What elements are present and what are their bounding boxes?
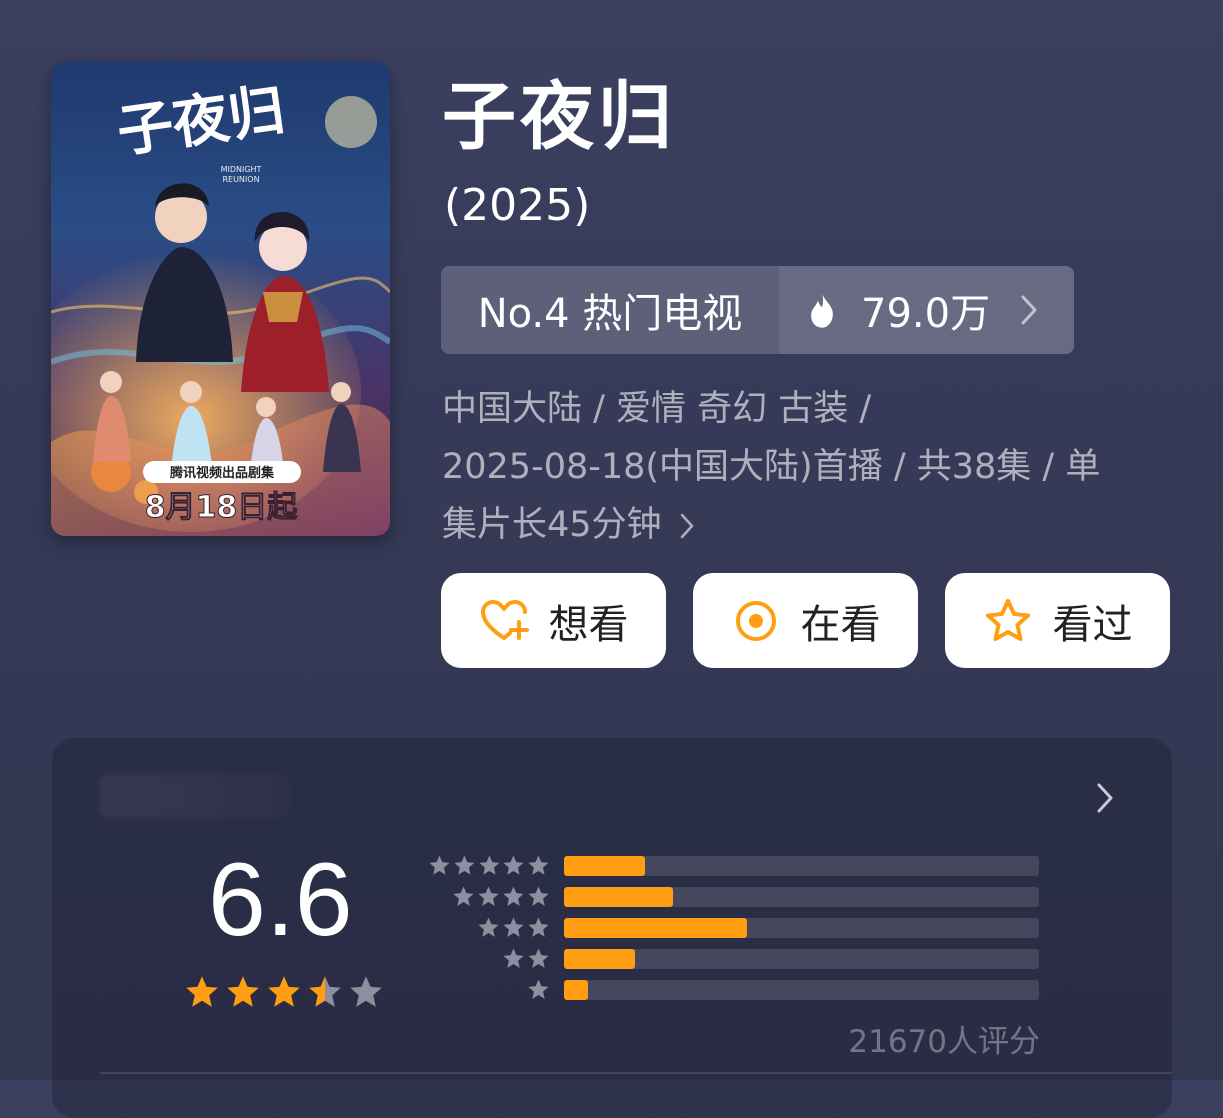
star-icon	[527, 885, 550, 908]
star-outline-icon	[983, 598, 1033, 644]
action-buttons: 想看 在看 看过	[441, 573, 1170, 668]
star-icon	[452, 885, 475, 908]
show-info[interactable]: 中国大陆 / 爱情 奇幻 古装 / 2025-08-18(中国大陆)首播 / 共…	[442, 380, 1162, 554]
rating-row-5-stars	[426, 850, 1039, 881]
watching-label: 在看	[800, 601, 881, 648]
star-icon	[453, 854, 476, 877]
rating-bar-track	[564, 886, 1039, 907]
divider	[100, 1072, 1172, 1074]
rating-count: 21670人评分	[848, 1024, 1040, 1060]
star-icon	[502, 885, 525, 908]
target-circle-icon	[731, 598, 781, 644]
chevron-right-icon	[680, 513, 694, 539]
rating-row-stars	[426, 916, 550, 939]
star-icon	[225, 974, 261, 1010]
rating-distribution	[426, 850, 1039, 1005]
watched-label: 看过	[1052, 601, 1133, 648]
rating-source-logo	[100, 774, 290, 818]
rating-row-stars	[426, 978, 550, 1001]
watching-button[interactable]: 在看	[693, 573, 918, 668]
star-icon	[527, 916, 550, 939]
info-line-3-wrapper: 集片长45分钟	[442, 496, 1162, 554]
chevron-right-icon	[1020, 294, 1038, 326]
chevron-right-icon[interactable]	[1096, 782, 1114, 814]
star-icon	[527, 854, 550, 877]
poster-banner-text: 腾讯视频出品剧集	[169, 465, 275, 481]
show-title: 子夜归	[442, 74, 676, 160]
want-to-watch-label: 想看	[548, 601, 629, 648]
rating-row-1-stars	[426, 974, 1039, 1005]
star-icon	[502, 854, 525, 877]
star-icon	[307, 974, 343, 1010]
rating-row-stars	[426, 885, 550, 908]
star-icon	[184, 974, 220, 1010]
heat-value: 79.0万	[861, 291, 991, 337]
star-icon	[477, 916, 500, 939]
rating-bar-fill	[564, 855, 645, 876]
svg-text:MIDNIGHT: MIDNIGHT	[221, 165, 262, 174]
rating-bar-fill	[564, 979, 588, 1000]
svg-text:REUNION: REUNION	[222, 175, 259, 184]
rating-bar-fill	[564, 886, 674, 907]
poster-art: 子夜归 MIDNIGHT REUNION 腾讯视频出品剧集 8月18日起	[51, 62, 390, 536]
rating-card[interactable]: 6.6 21670人评分	[52, 738, 1172, 1118]
star-icon	[502, 947, 525, 970]
star-icon	[527, 947, 550, 970]
heat-index[interactable]: 79.0万	[779, 266, 1074, 354]
rank-label: No.4 热门电视	[441, 266, 779, 354]
rating-bar-track	[564, 979, 1039, 1000]
show-year: (2025)	[444, 180, 591, 231]
rating-row-stars	[426, 947, 550, 970]
star-icon	[478, 854, 501, 877]
rating-bar-track	[564, 917, 1039, 938]
rating-row-stars	[426, 854, 550, 877]
rating-bar-track	[564, 855, 1039, 876]
fire-icon	[805, 291, 839, 329]
star-icon	[477, 885, 500, 908]
watched-button[interactable]: 看过	[945, 573, 1170, 668]
rating-score: 6.6	[208, 842, 353, 958]
rating-row-4-stars	[426, 881, 1039, 912]
want-to-watch-button[interactable]: 想看	[441, 573, 666, 668]
star-icon	[502, 916, 525, 939]
info-line-2: 2025-08-18(中国大陆)首播 / 共38集 / 单	[442, 447, 1101, 487]
star-icon	[266, 974, 302, 1010]
star-icon	[428, 854, 451, 877]
rating-stars	[184, 974, 389, 1010]
poster-date-text: 8月18日起	[145, 490, 299, 525]
rating-bar-fill	[564, 917, 747, 938]
rating-bar-track	[564, 948, 1039, 969]
heart-plus-icon	[479, 598, 529, 644]
rating-bar-fill	[564, 948, 636, 969]
poster-image[interactable]: 子夜归 MIDNIGHT REUNION 腾讯视频出品剧集 8月18日起	[51, 62, 390, 536]
star-icon	[527, 978, 550, 1001]
star-icon	[348, 974, 384, 1010]
rating-row-2-stars	[426, 943, 1039, 974]
rank-badge[interactable]: No.4 热门电视 79.0万	[441, 266, 1074, 354]
info-line-3: 集片长45分钟	[442, 505, 662, 545]
rating-row-3-stars	[426, 912, 1039, 943]
info-line-1: 中国大陆 / 爱情 奇幻 古装 /	[442, 389, 872, 429]
